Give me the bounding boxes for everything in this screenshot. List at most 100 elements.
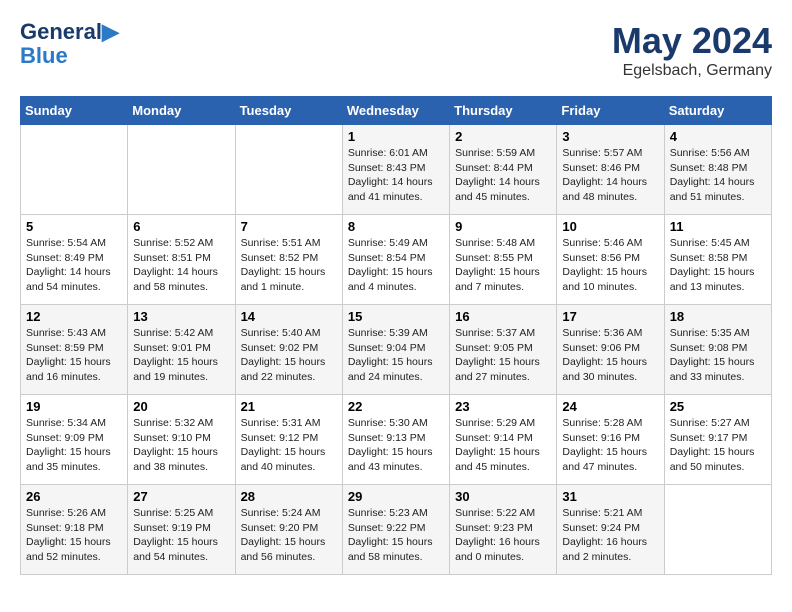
cell-info: Sunrise: 5:32 AMSunset: 9:10 PMDaylight:…	[133, 416, 229, 475]
cell-info: Sunrise: 6:01 AMSunset: 8:43 PMDaylight:…	[348, 146, 444, 205]
cell-info: Sunrise: 5:56 AMSunset: 8:48 PMDaylight:…	[670, 146, 766, 205]
cell-info: Sunrise: 5:52 AMSunset: 8:51 PMDaylight:…	[133, 236, 229, 295]
calendar-week-row: 5 Sunrise: 5:54 AMSunset: 8:49 PMDaylight…	[21, 215, 772, 305]
calendar-cell: 7 Sunrise: 5:51 AMSunset: 8:52 PMDaylight…	[235, 215, 342, 305]
day-number: 18	[670, 309, 766, 324]
calendar-cell	[128, 125, 235, 215]
day-number: 10	[562, 219, 658, 234]
calendar-cell: 6 Sunrise: 5:52 AMSunset: 8:51 PMDaylight…	[128, 215, 235, 305]
day-number: 23	[455, 399, 551, 414]
day-number: 21	[241, 399, 337, 414]
cell-info: Sunrise: 5:51 AMSunset: 8:52 PMDaylight:…	[241, 236, 337, 295]
cell-info: Sunrise: 5:21 AMSunset: 9:24 PMDaylight:…	[562, 506, 658, 565]
day-number: 6	[133, 219, 229, 234]
cell-info: Sunrise: 5:24 AMSunset: 9:20 PMDaylight:…	[241, 506, 337, 565]
calendar-cell: 27 Sunrise: 5:25 AMSunset: 9:19 PMDayligh…	[128, 485, 235, 575]
calendar-cell: 8Sunrise: 5:49 AMSunset: 8:54 PMDaylight…	[342, 215, 449, 305]
day-number: 2	[455, 129, 551, 144]
cell-info: Sunrise: 5:49 AMSunset: 8:54 PMDaylight:…	[348, 236, 444, 295]
title-block: May 2024 Egelsbach, Germany	[612, 20, 772, 80]
day-number: 19	[26, 399, 122, 414]
calendar-cell: 30Sunrise: 5:22 AMSunset: 9:23 PMDayligh…	[450, 485, 557, 575]
calendar-cell: 25 Sunrise: 5:27 AMSunset: 9:17 PMDayligh…	[664, 395, 771, 485]
logo-line2: Blue	[20, 44, 119, 68]
calendar-cell: 11Sunrise: 5:45 AMSunset: 8:58 PMDayligh…	[664, 215, 771, 305]
day-number: 31	[562, 489, 658, 504]
calendar-week-row: 19 Sunrise: 5:34 AMSunset: 9:09 PMDayligh…	[21, 395, 772, 485]
day-of-week-header: Sunday	[21, 97, 128, 125]
calendar-cell: 29Sunrise: 5:23 AMSunset: 9:22 PMDayligh…	[342, 485, 449, 575]
calendar-cell: 3 Sunrise: 5:57 AMSunset: 8:46 PMDaylight…	[557, 125, 664, 215]
day-number: 12	[26, 309, 122, 324]
day-number: 28	[241, 489, 337, 504]
day-number: 27	[133, 489, 229, 504]
day-of-week-header: Monday	[128, 97, 235, 125]
day-of-week-header: Wednesday	[342, 97, 449, 125]
day-number: 15	[348, 309, 444, 324]
day-number: 20	[133, 399, 229, 414]
day-of-week-header: Thursday	[450, 97, 557, 125]
cell-info: Sunrise: 5:26 AMSunset: 9:18 PMDaylight:…	[26, 506, 122, 565]
calendar-cell: 18Sunrise: 5:35 AMSunset: 9:08 PMDayligh…	[664, 305, 771, 395]
day-number: 26	[26, 489, 122, 504]
calendar-cell: 5 Sunrise: 5:54 AMSunset: 8:49 PMDaylight…	[21, 215, 128, 305]
day-number: 25	[670, 399, 766, 414]
calendar-cell: 23 Sunrise: 5:29 AMSunset: 9:14 PMDayligh…	[450, 395, 557, 485]
cell-info: Sunrise: 5:37 AMSunset: 9:05 PMDaylight:…	[455, 326, 551, 385]
day-number: 5	[26, 219, 122, 234]
cell-info: Sunrise: 5:46 AMSunset: 8:56 PMDaylight:…	[562, 236, 658, 295]
day-number: 9	[455, 219, 551, 234]
calendar-cell: 13Sunrise: 5:42 AMSunset: 9:01 PMDayligh…	[128, 305, 235, 395]
calendar-cell: 17Sunrise: 5:36 AMSunset: 9:06 PMDayligh…	[557, 305, 664, 395]
cell-info: Sunrise: 5:28 AMSunset: 9:16 PMDaylight:…	[562, 416, 658, 475]
day-number: 24	[562, 399, 658, 414]
calendar-cell: 24 Sunrise: 5:28 AMSunset: 9:16 PMDayligh…	[557, 395, 664, 485]
calendar-cell: 28 Sunrise: 5:24 AMSunset: 9:20 PMDayligh…	[235, 485, 342, 575]
cell-info: Sunrise: 5:59 AMSunset: 8:44 PMDaylight:…	[455, 146, 551, 205]
day-number: 1	[348, 129, 444, 144]
day-number: 22	[348, 399, 444, 414]
calendar-cell: 19 Sunrise: 5:34 AMSunset: 9:09 PMDayligh…	[21, 395, 128, 485]
day-number: 30	[455, 489, 551, 504]
calendar-cell: 22 Sunrise: 5:30 AMSunset: 9:13 PMDayligh…	[342, 395, 449, 485]
calendar-cell: 9 Sunrise: 5:48 AMSunset: 8:55 PMDaylight…	[450, 215, 557, 305]
calendar-header-row: SundayMondayTuesdayWednesdayThursdayFrid…	[21, 97, 772, 125]
calendar-cell: 4 Sunrise: 5:56 AMSunset: 8:48 PMDaylight…	[664, 125, 771, 215]
logo: General▶ Blue	[20, 20, 119, 68]
calendar-cell: 2 Sunrise: 5:59 AMSunset: 8:44 PMDaylight…	[450, 125, 557, 215]
calendar-week-row: 1 Sunrise: 6:01 AMSunset: 8:43 PMDaylight…	[21, 125, 772, 215]
month-title: May 2024	[612, 20, 772, 62]
calendar-cell: 21Sunrise: 5:31 AMSunset: 9:12 PMDayligh…	[235, 395, 342, 485]
cell-info: Sunrise: 5:54 AMSunset: 8:49 PMDaylight:…	[26, 236, 122, 295]
calendar-cell	[235, 125, 342, 215]
cell-info: Sunrise: 5:34 AMSunset: 9:09 PMDaylight:…	[26, 416, 122, 475]
day-of-week-header: Saturday	[664, 97, 771, 125]
page-header: General▶ Blue May 2024 Egelsbach, German…	[20, 20, 772, 80]
day-number: 29	[348, 489, 444, 504]
calendar-cell	[21, 125, 128, 215]
calendar-cell: 16Sunrise: 5:37 AMSunset: 9:05 PMDayligh…	[450, 305, 557, 395]
day-number: 7	[241, 219, 337, 234]
calendar-cell: 15Sunrise: 5:39 AMSunset: 9:04 PMDayligh…	[342, 305, 449, 395]
logo-text: General▶	[20, 20, 119, 44]
location: Egelsbach, Germany	[612, 62, 772, 80]
cell-info: Sunrise: 5:45 AMSunset: 8:58 PMDaylight:…	[670, 236, 766, 295]
calendar-cell: 14Sunrise: 5:40 AMSunset: 9:02 PMDayligh…	[235, 305, 342, 395]
cell-info: Sunrise: 5:43 AMSunset: 8:59 PMDaylight:…	[26, 326, 122, 385]
calendar-cell: 10 Sunrise: 5:46 AMSunset: 8:56 PMDayligh…	[557, 215, 664, 305]
cell-info: Sunrise: 5:57 AMSunset: 8:46 PMDaylight:…	[562, 146, 658, 205]
day-of-week-header: Tuesday	[235, 97, 342, 125]
cell-info: Sunrise: 5:40 AMSunset: 9:02 PMDaylight:…	[241, 326, 337, 385]
cell-info: Sunrise: 5:25 AMSunset: 9:19 PMDaylight:…	[133, 506, 229, 565]
calendar-cell	[664, 485, 771, 575]
calendar-cell: 12 Sunrise: 5:43 AMSunset: 8:59 PMDayligh…	[21, 305, 128, 395]
day-number: 4	[670, 129, 766, 144]
cell-info: Sunrise: 5:27 AMSunset: 9:17 PMDaylight:…	[670, 416, 766, 475]
day-number: 17	[562, 309, 658, 324]
cell-info: Sunrise: 5:48 AMSunset: 8:55 PMDaylight:…	[455, 236, 551, 295]
calendar-week-row: 26 Sunrise: 5:26 AMSunset: 9:18 PMDayligh…	[21, 485, 772, 575]
calendar-cell: 31 Sunrise: 5:21 AMSunset: 9:24 PMDayligh…	[557, 485, 664, 575]
cell-info: Sunrise: 5:30 AMSunset: 9:13 PMDaylight:…	[348, 416, 444, 475]
cell-info: Sunrise: 5:29 AMSunset: 9:14 PMDaylight:…	[455, 416, 551, 475]
day-number: 3	[562, 129, 658, 144]
